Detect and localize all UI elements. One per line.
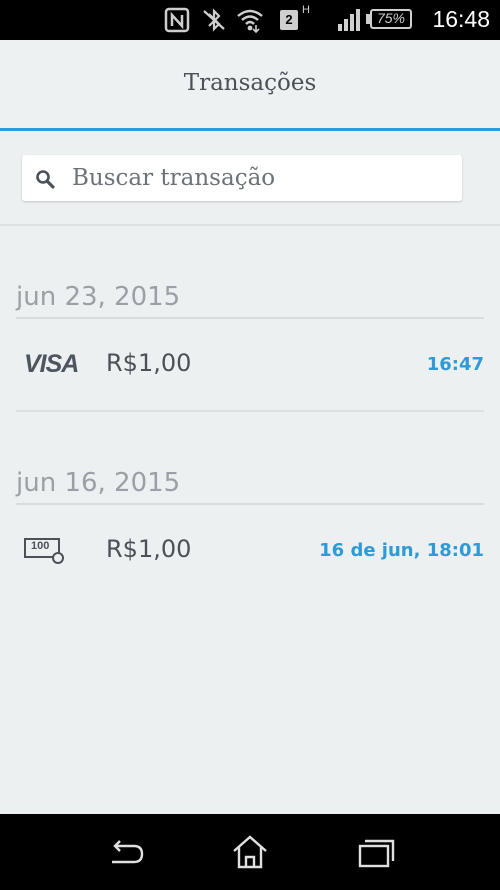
visa-logo: VISA — [24, 350, 79, 378]
group-date: jun 23, 2015 — [16, 282, 181, 312]
signal-icon — [338, 9, 360, 31]
cash-bill-badge: 100 — [31, 540, 50, 552]
wifi-icon — [237, 9, 263, 33]
home-icon[interactable] — [228, 832, 272, 872]
group-divider — [16, 317, 484, 319]
search-input[interactable] — [72, 155, 452, 201]
status-bar: 2 H 75% 16:48 — [0, 0, 500, 40]
bluetooth-icon — [203, 8, 225, 32]
transaction-time: 16 de jun, 18:01 — [319, 540, 484, 561]
app-bar: Transações — [0, 40, 500, 130]
search-icon — [36, 170, 55, 189]
transaction-time: 16:47 — [426, 354, 484, 375]
group-date: jun 16, 2015 — [16, 468, 181, 498]
transaction-row[interactable]: VISA R$1,00 16:47 — [0, 334, 500, 396]
cash-bill-icon: 100 — [24, 538, 66, 564]
sim-icon: 2 — [280, 10, 298, 30]
back-icon[interactable] — [104, 832, 148, 872]
transaction-amount: R$1,00 — [106, 535, 192, 563]
status-time: 16:48 — [432, 6, 490, 32]
transaction-row[interactable]: 100 R$1,00 16 de jun, 18:01 — [0, 520, 500, 582]
group-divider — [16, 503, 484, 505]
transaction-amount: R$1,00 — [106, 349, 192, 377]
battery-percent: 75% — [376, 10, 406, 26]
row-divider — [16, 410, 484, 412]
nav-bar — [0, 814, 500, 890]
page-title: Transações — [183, 70, 317, 96]
search-divider — [0, 224, 500, 226]
search-box[interactable] — [22, 155, 462, 201]
battery-tip — [366, 14, 370, 24]
app-bar-accent-line — [0, 128, 500, 131]
battery-icon: 75% — [370, 9, 412, 29]
network-type: H — [302, 4, 310, 16]
nfc-icon — [164, 7, 190, 33]
recents-icon[interactable] — [354, 832, 398, 872]
